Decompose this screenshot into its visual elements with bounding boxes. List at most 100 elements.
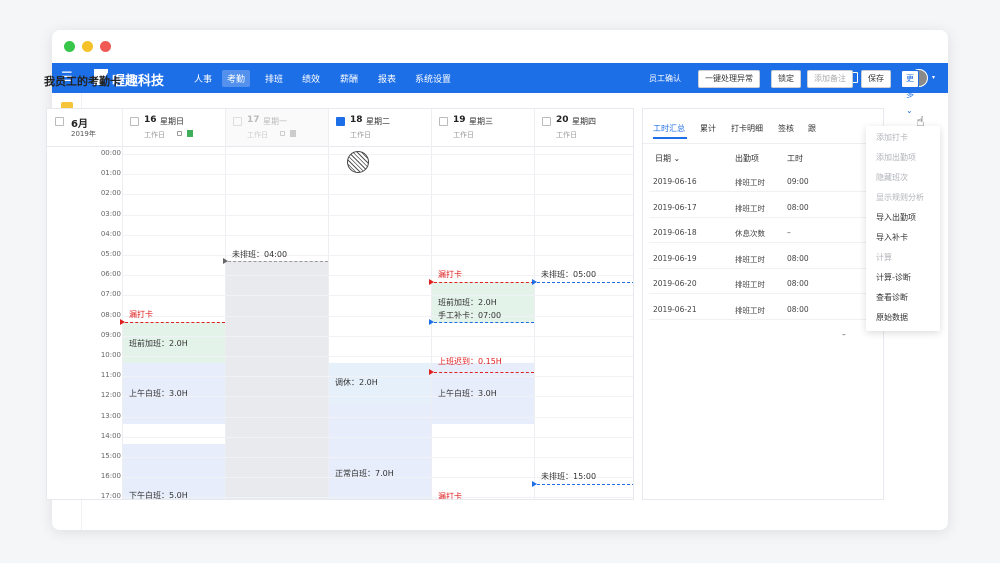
hour-gridline bbox=[122, 315, 633, 317]
unscheduled-marker bbox=[537, 282, 633, 283]
dropdown-item[interactable]: 计算 bbox=[876, 252, 892, 263]
tab-more[interactable]: 跟 bbox=[808, 123, 816, 134]
window-chrome bbox=[52, 30, 948, 63]
day-header-18[interactable]: 18 星期二 工作日 bbox=[328, 109, 431, 147]
time-label: 13:00 bbox=[100, 411, 121, 420]
select-all-checkbox[interactable] bbox=[55, 117, 64, 126]
row-time: 08:00 bbox=[787, 304, 809, 314]
zoom-dot[interactable] bbox=[64, 41, 75, 52]
day-checkbox[interactable] bbox=[233, 117, 242, 126]
hour-gridline bbox=[122, 214, 633, 216]
chevron-down-icon[interactable]: ▾ bbox=[932, 74, 935, 81]
day-header-19[interactable]: 19 星期三 工作日 bbox=[431, 109, 534, 147]
morning-shift-label: 上午白班：3.0H bbox=[438, 389, 497, 398]
employee-confirm-button[interactable]: 员工确认 bbox=[642, 70, 688, 88]
day-checkbox[interactable] bbox=[130, 117, 139, 126]
red-marker-icon bbox=[429, 279, 434, 285]
hour-gridline bbox=[122, 436, 633, 438]
add-note-button[interactable]: 添加备注 bbox=[807, 70, 853, 88]
dropdown-item[interactable]: 隐藏班次 bbox=[876, 172, 908, 183]
time-label: 01:00 bbox=[100, 169, 121, 178]
unscheduled-label: 未排班：04:00 bbox=[232, 250, 288, 259]
row-divider bbox=[649, 293, 879, 294]
save-button[interactable]: 保存 bbox=[861, 70, 891, 88]
page-header: 我员工的考勤卡 员工确认 一键处理异常 锁定 添加备注 保存 更多 ⌄ bbox=[30, 63, 919, 115]
unscheduled-block[interactable] bbox=[225, 261, 328, 499]
red-marker-icon bbox=[429, 369, 434, 375]
weekday-label: 星期一 bbox=[263, 117, 287, 126]
unscheduled-marker bbox=[228, 261, 328, 262]
morning-shift-label: 上午白班：3.0H bbox=[129, 389, 188, 398]
hour-gridline bbox=[122, 174, 633, 176]
hour-gridline bbox=[122, 295, 633, 297]
missing-punch-marker bbox=[434, 282, 534, 283]
day-checkbox[interactable] bbox=[542, 117, 551, 126]
approved-icon bbox=[187, 130, 193, 137]
hour-gridline bbox=[122, 356, 633, 357]
day-checkbox[interactable] bbox=[336, 117, 345, 126]
weekday-label: 星期三 bbox=[469, 117, 493, 126]
dropdown-item[interactable]: 显示规则分析 bbox=[876, 192, 924, 203]
normal-shift-block[interactable] bbox=[328, 404, 431, 499]
day-number: 20 bbox=[556, 115, 569, 125]
row-item: 排班工时 bbox=[735, 254, 765, 264]
close-dot[interactable] bbox=[100, 41, 111, 52]
row-item: 排班工时 bbox=[735, 305, 765, 315]
hour-gridline bbox=[122, 194, 633, 196]
time-label: 08:00 bbox=[100, 310, 121, 319]
blue-marker-icon bbox=[429, 319, 434, 325]
approved-stamp-icon bbox=[347, 151, 369, 173]
approved-icon bbox=[290, 130, 296, 137]
more-button[interactable]: 更多 ⌄ bbox=[901, 70, 919, 115]
column-divider bbox=[534, 109, 535, 499]
dropdown-item[interactable]: 查看诊断 bbox=[876, 292, 908, 303]
row-divider bbox=[649, 318, 879, 320]
dropdown-item[interactable]: 添加出勤项 bbox=[876, 152, 916, 163]
dropdown-item[interactable]: 计算-诊断 bbox=[876, 272, 911, 283]
chevron-down-icon: ⌄ bbox=[906, 106, 913, 115]
row-divider bbox=[649, 242, 879, 243]
chevron-down-icon: ⌄ bbox=[673, 154, 681, 163]
day-checkbox[interactable] bbox=[439, 117, 448, 126]
summary-panel: 工时汇总 累计 打卡明细 签核 跟 日期 ⌄ 出勤项 工时 2019-06-16… bbox=[642, 108, 884, 500]
tab-divider bbox=[643, 143, 883, 144]
hour-gridline bbox=[122, 396, 633, 398]
handle-exceptions-button[interactable]: 一键处理异常 bbox=[698, 70, 760, 88]
minimize-dot[interactable] bbox=[82, 41, 93, 52]
dropdown-item[interactable]: 原始数据 bbox=[876, 312, 908, 323]
column-divider bbox=[328, 109, 329, 499]
calendar-week-view: 6月 2019年 16 星期日 工作日 17 星期一 工作日 18 星期二 工作… bbox=[46, 108, 634, 500]
active-tab-indicator bbox=[653, 137, 687, 139]
weekday-label: 星期四 bbox=[572, 117, 596, 126]
dropdown-item[interactable]: 导入出勤项 bbox=[876, 212, 916, 223]
hour-gridline bbox=[122, 154, 633, 155]
row-time: 08:00 bbox=[787, 279, 809, 288]
row-date: 2019-06-18 bbox=[653, 228, 697, 237]
row-date: 2019-06-19 bbox=[653, 253, 697, 263]
day-header-20[interactable]: 20 星期四 工作日 bbox=[534, 109, 633, 147]
workday-label: 工作日 bbox=[144, 131, 165, 139]
row-item: 排班工时 bbox=[735, 280, 765, 289]
dropdown-item[interactable]: 导入补卡 bbox=[876, 232, 908, 243]
dropdown-item[interactable]: 添加打卡 bbox=[876, 132, 908, 143]
tab-approval[interactable]: 签核 bbox=[778, 123, 794, 134]
workday-label: 工作日 bbox=[453, 131, 474, 139]
workday-label: 工作日 bbox=[556, 131, 577, 139]
day-header-17[interactable]: 17 星期一 工作日 bbox=[225, 109, 328, 147]
day-number: 19 bbox=[453, 115, 466, 125]
lock-button[interactable]: 锁定 bbox=[771, 70, 801, 88]
column-divider bbox=[225, 109, 226, 499]
missing-punch-marker bbox=[125, 322, 225, 323]
tab-cumulative[interactable]: 累计 bbox=[700, 123, 716, 134]
col-date[interactable]: 日期 ⌄ bbox=[655, 153, 680, 164]
month-label: 6月 bbox=[71, 119, 88, 130]
late-arrival-marker bbox=[434, 372, 534, 373]
unscheduled-label: 未排班：05:00 bbox=[541, 270, 597, 279]
row-item: 排班工时 bbox=[735, 203, 765, 213]
row-divider bbox=[649, 191, 879, 192]
row-date: 2019-06-20 bbox=[653, 279, 697, 288]
lock-icon bbox=[177, 131, 182, 136]
day-header-16[interactable]: 16 星期日 工作日 bbox=[122, 109, 225, 147]
tab-hours-summary[interactable]: 工时汇总 bbox=[653, 123, 685, 134]
tab-punch-details[interactable]: 打卡明细 bbox=[731, 123, 763, 134]
